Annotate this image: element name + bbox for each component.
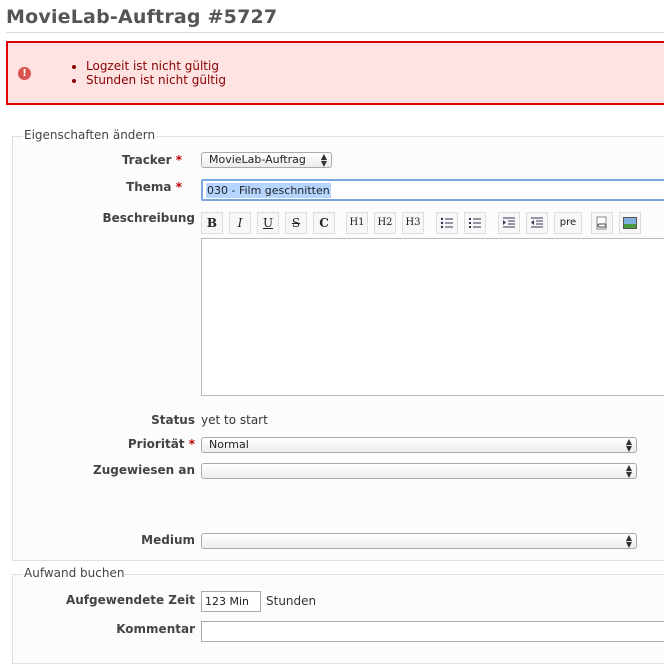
code-button[interactable]: C xyxy=(313,212,335,234)
properties-legend: Eigenschaften ändern xyxy=(23,128,157,142)
tracker-select[interactable]: MovieLab-Auftrag ▲ ▼ xyxy=(201,152,332,168)
heading2-button[interactable]: H2 xyxy=(374,212,396,234)
medium-select[interactable]: ▲ ▼ xyxy=(201,533,637,549)
heading1-button[interactable]: H1 xyxy=(346,212,368,234)
strikethrough-button[interactable]: S xyxy=(285,212,307,234)
outdent-icon[interactable] xyxy=(526,212,548,234)
comment-input[interactable] xyxy=(201,621,664,642)
status-label: Status xyxy=(151,413,195,427)
title-divider xyxy=(6,32,664,33)
subject-input[interactable]: 030 - Film geschnitten xyxy=(201,179,664,201)
preformatted-button[interactable]: pre xyxy=(554,212,582,234)
bold-button[interactable]: B xyxy=(201,212,223,234)
spent-time-unit: Stunden xyxy=(266,594,317,608)
subject-label: Thema * xyxy=(126,180,182,194)
assignee-select[interactable]: ▲ ▼ xyxy=(201,463,637,479)
image-icon[interactable] xyxy=(619,212,641,234)
ordered-list-icon[interactable] xyxy=(464,212,486,234)
assignee-label: Zugewiesen an xyxy=(93,463,195,477)
description-textarea[interactable] xyxy=(201,238,664,396)
italic-button[interactable]: I xyxy=(229,212,251,234)
indent-icon[interactable] xyxy=(498,212,520,234)
description-label: Beschreibung xyxy=(102,211,195,225)
underline-button[interactable]: U xyxy=(257,212,279,234)
unordered-list-icon[interactable] xyxy=(436,212,458,234)
error-item: Stunden ist nicht gültig xyxy=(86,73,226,87)
error-icon: ! xyxy=(18,67,31,80)
time-fieldset: Aufwand buchen xyxy=(12,566,664,664)
status-value: yet to start xyxy=(201,413,268,427)
priority-label: Priorität * xyxy=(127,437,195,451)
spent-time-input[interactable]: 123 Min xyxy=(201,591,261,612)
priority-select[interactable]: Normal ▲ ▼ xyxy=(201,437,637,453)
comment-label: Kommentar xyxy=(116,622,195,636)
tracker-label: Tracker * xyxy=(121,153,182,167)
link-icon[interactable] xyxy=(591,212,613,234)
time-legend: Aufwand buchen xyxy=(23,566,126,580)
error-item: Logzeit ist nicht gültig xyxy=(86,59,226,73)
spent-time-label: Aufgewendete Zeit xyxy=(65,593,195,607)
page-title: MovieLab-Auftrag #5727 xyxy=(6,6,278,28)
heading3-button[interactable]: H3 xyxy=(402,212,424,234)
medium-label: Medium xyxy=(141,533,195,547)
error-messages: ! Logzeit ist nicht gültig Stunden ist n… xyxy=(6,41,664,105)
